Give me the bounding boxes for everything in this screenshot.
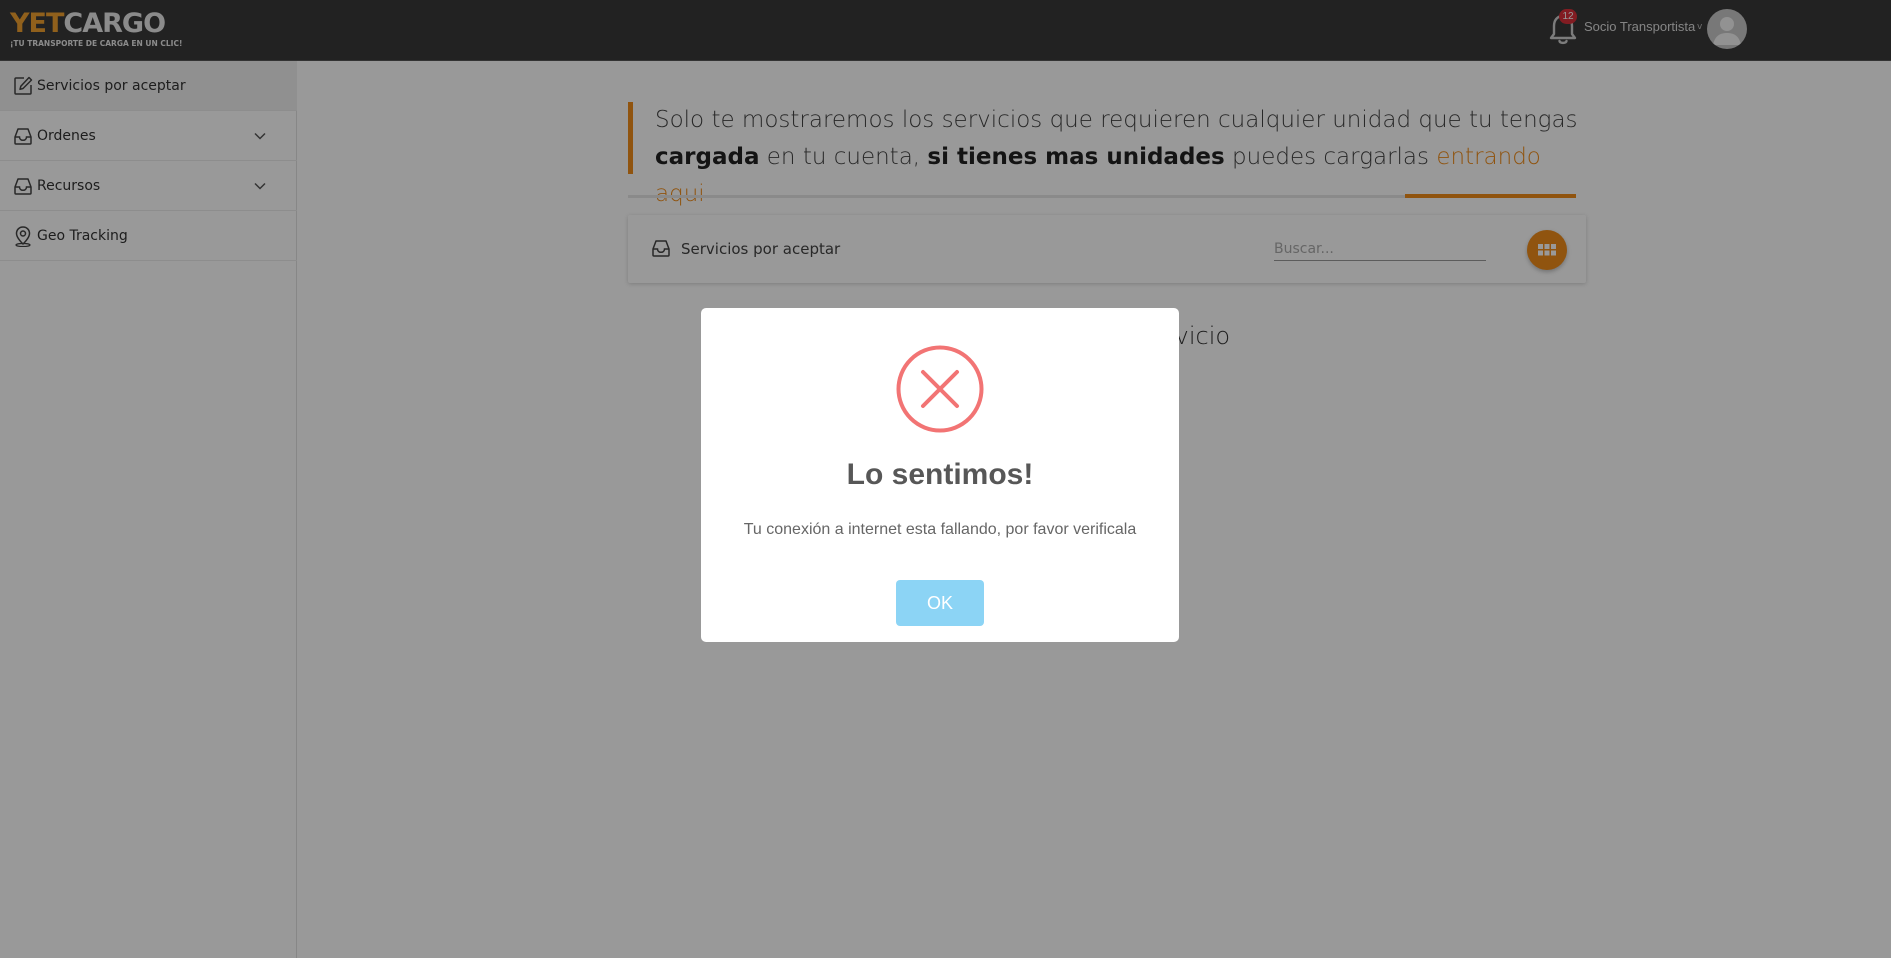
error-dialog: Lo sentimos! Tu conexión a internet esta…: [701, 308, 1179, 642]
error-x-icon: [896, 345, 984, 433]
dialog-title: Lo sentimos!: [846, 458, 1034, 491]
dialog-message: Tu conexión a internet esta fallando, po…: [743, 521, 1137, 538]
ok-button[interactable]: OK: [896, 580, 984, 626]
